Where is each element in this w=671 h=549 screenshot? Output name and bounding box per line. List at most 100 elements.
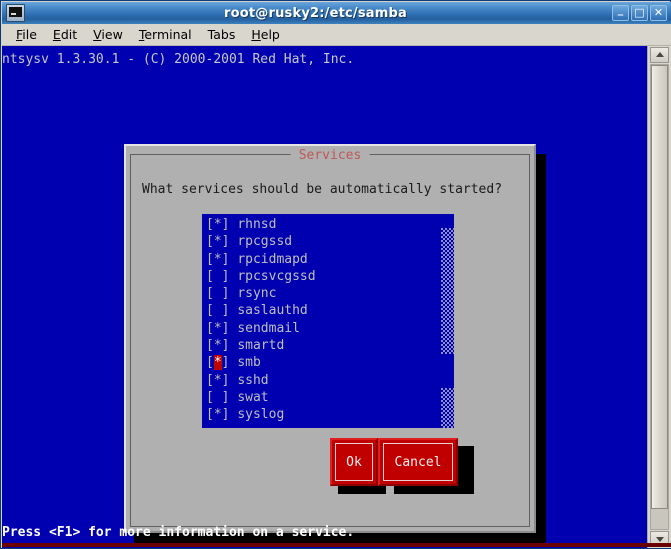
menu-label: Tabs (207, 27, 236, 42)
service-row[interactable]: [ ] saslauthd (202, 302, 434, 319)
checkbox-open-bracket: [ (206, 389, 214, 405)
checkbox-close-bracket: ] (221, 251, 238, 267)
ok-button-label: Ok (346, 454, 362, 470)
service-row[interactable]: [*] syslog (202, 406, 434, 423)
menu-label: dit (60, 27, 78, 42)
menu-label: elp (260, 27, 280, 42)
services-list[interactable]: [*] rhnsd [*] rpcgssd [*] rpcidmapd[ ] rpc… (202, 214, 454, 428)
menu-item-edit[interactable]: Edit (45, 25, 85, 44)
checkbox-close-bracket: ] (221, 303, 238, 319)
checkbox-checked-icon[interactable]: * (214, 252, 222, 267)
terminal-window: root@rusky2:/etc/samba _ □ ✕ File Edit V… (0, 0, 671, 549)
service-name: swat (237, 389, 269, 405)
menu-item-file[interactable]: File (8, 25, 45, 44)
menu-label: iew (101, 27, 123, 42)
checkbox-open-bracket: [ (206, 217, 214, 232)
maximize-button[interactable]: □ (631, 5, 648, 21)
menu-item-tabs[interactable]: Tabs (200, 25, 244, 44)
checkbox-close-bracket: ] (221, 338, 238, 354)
scroll-up-button[interactable] (650, 47, 669, 63)
service-row[interactable]: [ ] swat (202, 389, 434, 406)
checkbox-open-bracket: [ (206, 286, 214, 302)
checkbox-open-bracket: [ (206, 268, 214, 284)
terminal-status-line: Press <F1> for more information on a ser… (2, 525, 355, 540)
checkbox-close-bracket: ] (221, 372, 238, 388)
checkbox-checked-icon[interactable]: * (214, 407, 222, 422)
service-name: rpcsvcgssd (237, 268, 316, 284)
service-name: smb (237, 355, 261, 371)
service-row[interactable]: [ ] rpcsvcgssd (202, 268, 434, 285)
service-row[interactable]: [*] sshd (202, 372, 434, 389)
checkbox-unchecked-icon[interactable] (214, 303, 222, 318)
checkbox-checked-icon[interactable]: * (214, 234, 222, 249)
minimize-icon: _ (617, 3, 624, 16)
checkbox-checked-icon[interactable]: * (214, 338, 222, 353)
checkbox-close-bracket: ] (221, 320, 238, 336)
service-row[interactable]: [*] rpcidmapd (202, 251, 434, 268)
service-row[interactable]: [*] rpcgssd (202, 233, 434, 250)
services-dialog: Services What services should be automat… (124, 144, 536, 533)
menu-mnemonic: E (52, 27, 61, 42)
ok-button[interactable]: Ok (330, 438, 378, 486)
window-titlebar: root@rusky2:/etc/samba _ □ ✕ (2, 2, 671, 24)
scrollbar-thumb[interactable] (651, 65, 668, 509)
checkbox-open-bracket: [ (206, 234, 214, 250)
cancel-button[interactable]: Cancel (378, 438, 458, 486)
terminal-header-line: ntsysv 1.3.30.1 - (C) 2000-2001 Red Hat,… (2, 52, 355, 67)
checkbox-checked-icon[interactable]: * (214, 217, 222, 232)
close-button[interactable]: ✕ (650, 5, 667, 21)
terminal-scrollbar[interactable] (647, 46, 671, 548)
menu-item-terminal[interactable]: Terminal (131, 25, 200, 44)
service-name: saslauthd (237, 303, 308, 319)
service-row[interactable]: [*] rhnsd (202, 216, 434, 233)
dialog-title: Services (290, 148, 370, 163)
service-row[interactable]: [*] smartd (202, 337, 434, 354)
checkbox-close-bracket: ] (221, 286, 238, 302)
checkbox-close-bracket: ] (221, 407, 238, 423)
service-name: rhnsd (237, 217, 277, 232)
checkbox-open-bracket: [ (206, 338, 214, 354)
services-list-rows: [*] rhnsd [*] rpcgssd [*] rpcidmapd[ ] rpc… (202, 216, 434, 424)
menubar: File Edit View Terminal Tabs Help (2, 24, 671, 46)
service-name: sshd (237, 372, 269, 388)
checkbox-checked-icon[interactable]: * (214, 373, 222, 388)
checkbox-open-bracket: [ (206, 372, 214, 388)
checkbox-checked-icon[interactable]: * (213, 355, 222, 371)
scrollbar-trough[interactable] (650, 64, 669, 530)
ok-button-inner: Ok (335, 443, 373, 481)
menu-item-help[interactable]: Help (243, 25, 288, 44)
minimize-button[interactable]: _ (612, 3, 629, 21)
terminal-canvas[interactable]: ntsysv 1.3.30.1 - (C) 2000-2001 Red Hat,… (2, 46, 647, 548)
checkbox-unchecked-icon[interactable] (214, 390, 222, 405)
checkbox-close-bracket: ] (221, 234, 238, 250)
chevron-down-icon (655, 537, 664, 542)
checkbox-unchecked-icon[interactable] (214, 286, 222, 301)
window-title: root@rusky2:/etc/samba (223, 5, 408, 21)
checkbox-unchecked-icon[interactable] (214, 269, 222, 284)
checkbox-open-bracket: [ (206, 407, 214, 423)
service-name: syslog (237, 407, 285, 423)
checkbox-close-bracket: ] (221, 355, 238, 371)
service-name: rpcidmapd (237, 251, 308, 267)
checkbox-open-bracket: [ (206, 355, 214, 371)
cancel-button-label: Cancel (394, 454, 442, 470)
screen: root@rusky2:/etc/samba _ □ ✕ File Edit V… (0, 0, 671, 549)
chevron-up-icon (655, 52, 664, 57)
service-row[interactable]: [*] smb (202, 354, 434, 371)
service-row[interactable]: [ ] rsync (202, 285, 434, 302)
menu-mnemonic: H (251, 27, 261, 42)
menu-item-view[interactable]: View (85, 25, 131, 44)
list-scrollbar-cap (441, 214, 454, 228)
terminal-icon (6, 4, 25, 22)
checkbox-close-bracket: ] (221, 217, 238, 232)
menu-label: ile (22, 27, 37, 42)
window-bottom-strip (2, 543, 671, 547)
dialog-prompt: What services should be automatically st… (142, 182, 503, 197)
list-scrollbar-thumb[interactable] (441, 354, 454, 388)
checkbox-checked-icon[interactable]: * (214, 321, 222, 336)
list-scrollbar[interactable] (441, 214, 454, 428)
checkbox-close-bracket: ] (221, 268, 238, 284)
checkbox-open-bracket: [ (206, 251, 214, 267)
service-row[interactable]: [*] sendmail (202, 320, 434, 337)
close-icon: ✕ (653, 6, 664, 19)
